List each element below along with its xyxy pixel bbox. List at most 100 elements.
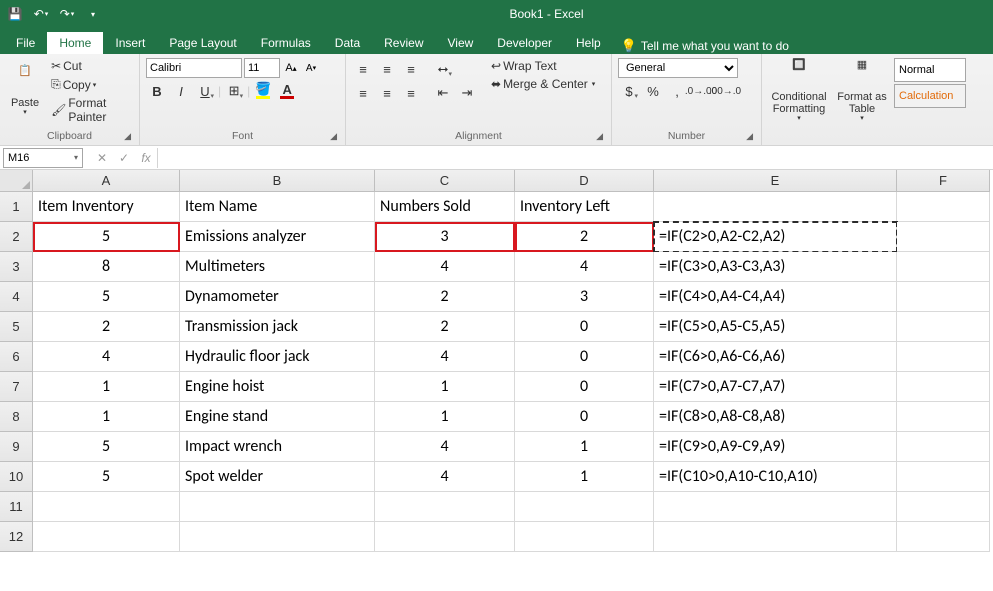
cell[interactable] xyxy=(897,192,990,222)
cell[interactable]: =IF(C10>0,A10-C10,A10) xyxy=(654,462,897,492)
cell[interactable] xyxy=(654,192,897,222)
decrease-indent-button[interactable]: ⇤ xyxy=(432,82,454,104)
row-header-12[interactable]: 12 xyxy=(0,522,33,552)
name-box[interactable]: M16▾ xyxy=(3,148,83,168)
cell[interactable]: =IF(C7>0,A7-C7,A7) xyxy=(654,372,897,402)
alignment-dialog-launcher[interactable]: ◢ xyxy=(596,129,603,143)
cell[interactable]: Hydraulic floor jack xyxy=(180,342,375,372)
cell[interactable]: Engine hoist xyxy=(180,372,375,402)
cell[interactable]: 0 xyxy=(515,372,654,402)
copy-button[interactable]: ⎘Copy▾ xyxy=(48,76,133,93)
cell[interactable] xyxy=(375,522,515,552)
undo-button[interactable]: ↶▾ xyxy=(30,3,52,25)
cell[interactable]: Emissions analyzer xyxy=(180,222,375,252)
cell[interactable]: 4 xyxy=(375,432,515,462)
decrease-decimal-button[interactable]: .00→.0 xyxy=(714,80,736,102)
paste-button[interactable]: 📋 Paste ▾ xyxy=(6,58,44,124)
tab-formulas[interactable]: Formulas xyxy=(249,32,323,54)
tab-developer[interactable]: Developer xyxy=(485,32,564,54)
tab-home[interactable]: Home xyxy=(47,32,103,54)
align-left-button[interactable]: ≡ xyxy=(352,82,374,104)
cell[interactable] xyxy=(375,492,515,522)
increase-indent-button[interactable]: ⇥ xyxy=(456,82,478,104)
cell[interactable] xyxy=(654,522,897,552)
fill-color-button[interactable]: 🪣 xyxy=(252,80,274,102)
clipboard-dialog-launcher[interactable]: ◢ xyxy=(124,129,131,143)
cell[interactable] xyxy=(515,492,654,522)
tab-review[interactable]: Review xyxy=(372,32,435,54)
cell[interactable] xyxy=(515,522,654,552)
cell[interactable]: 3 xyxy=(375,222,515,252)
align-right-button[interactable]: ≡ xyxy=(400,82,422,104)
cell[interactable]: 4 xyxy=(375,342,515,372)
cell[interactable] xyxy=(897,372,990,402)
cell[interactable] xyxy=(897,492,990,522)
cell[interactable]: 1 xyxy=(515,462,654,492)
cell[interactable]: 2 xyxy=(375,312,515,342)
spreadsheet-grid[interactable]: ABCDEF 123456789101112 Item InventoryIte… xyxy=(0,170,993,590)
cell[interactable]: Engine stand xyxy=(180,402,375,432)
row-header-6[interactable]: 6 xyxy=(0,342,33,372)
cell[interactable] xyxy=(897,342,990,372)
cell[interactable]: =IF(C2>0,A2-C2,A2) xyxy=(654,222,897,252)
cell[interactable]: =IF(C4>0,A4-C4,A4) xyxy=(654,282,897,312)
row-header-4[interactable]: 4 xyxy=(0,282,33,312)
cell[interactable] xyxy=(897,522,990,552)
number-format-select[interactable]: General xyxy=(618,58,738,78)
wrap-text-button[interactable]: ↩Wrap Text xyxy=(488,58,598,74)
number-dialog-launcher[interactable]: ◢ xyxy=(746,129,753,143)
merge-center-button[interactable]: ⬌Merge & Center▾ xyxy=(488,76,598,92)
cell[interactable] xyxy=(180,522,375,552)
cell[interactable]: 3 xyxy=(515,282,654,312)
cell[interactable] xyxy=(33,522,180,552)
font-color-button[interactable]: A xyxy=(276,80,298,102)
cell[interactable]: Impact wrench xyxy=(180,432,375,462)
font-name-select[interactable] xyxy=(146,58,242,78)
col-header-D[interactable]: D xyxy=(515,170,654,192)
cell[interactable]: 5 xyxy=(33,282,180,312)
select-all-corner[interactable] xyxy=(0,170,33,192)
align-middle-button[interactable]: ≡ xyxy=(376,58,398,80)
align-top-button[interactable]: ≡ xyxy=(352,58,374,80)
cell[interactable] xyxy=(180,492,375,522)
cell[interactable]: 2 xyxy=(375,282,515,312)
cell[interactable] xyxy=(897,312,990,342)
cell[interactable]: 0 xyxy=(515,312,654,342)
tab-insert[interactable]: Insert xyxy=(103,32,157,54)
qat-customize-button[interactable]: ▾ xyxy=(82,3,104,25)
font-size-select[interactable] xyxy=(244,58,280,78)
cell[interactable]: 4 xyxy=(33,342,180,372)
row-header-8[interactable]: 8 xyxy=(0,402,33,432)
cell[interactable]: =IF(C3>0,A3-C3,A3) xyxy=(654,252,897,282)
cell[interactable]: 0 xyxy=(515,342,654,372)
cell[interactable]: 0 xyxy=(515,402,654,432)
cell[interactable]: 2 xyxy=(515,222,654,252)
cell[interactable]: =IF(C5>0,A5-C5,A5) xyxy=(654,312,897,342)
cell[interactable] xyxy=(897,402,990,432)
cell[interactable]: =IF(C8>0,A8-C8,A8) xyxy=(654,402,897,432)
format-painter-button[interactable]: 🖌Format Painter xyxy=(48,95,133,125)
tell-me-search[interactable]: 💡 Tell me what you want to do xyxy=(613,38,797,54)
col-header-C[interactable]: C xyxy=(375,170,515,192)
cell[interactable]: Spot welder xyxy=(180,462,375,492)
row-header-9[interactable]: 9 xyxy=(0,432,33,462)
row-header-7[interactable]: 7 xyxy=(0,372,33,402)
row-header-3[interactable]: 3 xyxy=(0,252,33,282)
cell[interactable]: 1 xyxy=(33,372,180,402)
cell[interactable] xyxy=(897,222,990,252)
col-header-E[interactable]: E xyxy=(654,170,897,192)
format-as-table-button[interactable]: ▦ Format as Table▾ xyxy=(834,58,890,124)
formula-enter-button[interactable]: ✓ xyxy=(113,147,135,169)
cell[interactable]: 1 xyxy=(33,402,180,432)
cell[interactable]: Multimeters xyxy=(180,252,375,282)
cell[interactable]: 4 xyxy=(375,462,515,492)
increase-font-button[interactable]: A▴ xyxy=(282,58,300,78)
cell[interactable]: 4 xyxy=(515,252,654,282)
save-button[interactable]: 💾 xyxy=(4,3,26,25)
row-header-11[interactable]: 11 xyxy=(0,492,33,522)
cell[interactable]: Dynamometer xyxy=(180,282,375,312)
tab-data[interactable]: Data xyxy=(323,32,372,54)
cell[interactable]: Inventory Left xyxy=(515,192,654,222)
cell[interactable]: 5 xyxy=(33,432,180,462)
align-bottom-button[interactable]: ≡ xyxy=(400,58,422,80)
